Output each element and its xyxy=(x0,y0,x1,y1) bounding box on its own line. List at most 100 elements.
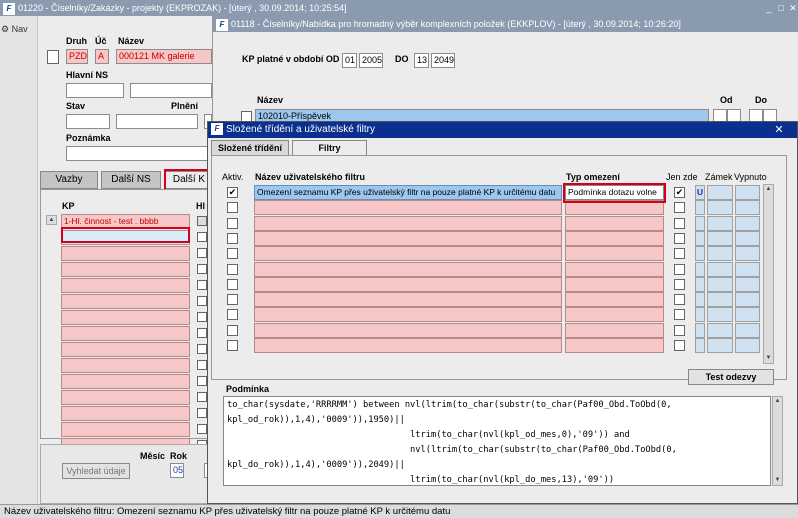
jen-zde-checkbox[interactable] xyxy=(674,217,685,229)
vypnuto-cell[interactable] xyxy=(735,322,760,338)
filter-name-cell[interactable] xyxy=(254,215,562,231)
jen-zde-checkbox[interactable] xyxy=(674,294,685,306)
kp-hl-checkbox[interactable] xyxy=(197,232,207,242)
tab-dalsi-ns[interactable]: Další NS xyxy=(101,171,161,189)
filter-name-cell[interactable] xyxy=(254,200,562,216)
od-year-field[interactable]: 2005 xyxy=(359,53,383,68)
jen-zde-checkbox[interactable] xyxy=(674,324,685,336)
uc-field[interactable]: A xyxy=(95,49,109,64)
zamek-extra-cell[interactable] xyxy=(707,276,733,292)
podminka-scrollbar[interactable]: ▲ ▼ xyxy=(772,396,783,486)
tab-filtry[interactable]: Filtry xyxy=(292,140,367,156)
aktiv-checkbox[interactable] xyxy=(227,248,238,260)
vypnuto-cell[interactable] xyxy=(735,185,760,200)
scroll-up-icon[interactable]: ▲ xyxy=(773,397,782,406)
hlavni-ns-name-field[interactable] xyxy=(130,83,212,98)
aktiv-checkbox[interactable] xyxy=(227,202,238,214)
filter-name-cell[interactable] xyxy=(254,322,562,338)
aktiv-checkbox[interactable] xyxy=(227,324,238,336)
zamek-cell[interactable] xyxy=(695,200,705,216)
kp-row[interactable] xyxy=(61,326,190,341)
filter-scrollbar[interactable]: ▲ ▼ xyxy=(763,184,774,364)
kp-hl-checkbox[interactable] xyxy=(197,344,207,354)
do-year-field[interactable]: 2049 xyxy=(431,53,455,68)
typ-omezeni-cell[interactable] xyxy=(565,292,664,308)
scroll-up-icon[interactable]: ▲ xyxy=(764,185,773,194)
jen-zde-checkbox[interactable]: ✔ xyxy=(674,187,685,198)
zamek-extra-cell[interactable] xyxy=(707,200,733,216)
zamek-extra-cell[interactable] xyxy=(707,215,733,231)
zamek-cell[interactable] xyxy=(695,215,705,231)
filter-name-cell[interactable] xyxy=(254,261,562,277)
zamek-extra-cell[interactable] xyxy=(707,230,733,246)
filter-name-cell[interactable] xyxy=(254,292,562,308)
zamek-cell[interactable]: U xyxy=(695,185,705,200)
jen-zde-checkbox[interactable] xyxy=(674,340,685,351)
filter-name-cell[interactable] xyxy=(254,230,562,246)
zamek-cell[interactable] xyxy=(695,276,705,292)
aktiv-checkbox[interactable] xyxy=(227,278,238,290)
filter-name-cell[interactable] xyxy=(254,338,562,353)
kp-row[interactable] xyxy=(61,278,190,293)
typ-omezeni-cell[interactable] xyxy=(565,338,664,353)
kp-row[interactable] xyxy=(61,342,190,357)
dialog-filters-titlebar[interactable]: F Složené třídění a uživatelské filtry xyxy=(208,122,797,138)
vypnuto-cell[interactable] xyxy=(735,230,760,246)
zamek-cell[interactable] xyxy=(695,338,705,353)
aktiv-checkbox[interactable] xyxy=(227,294,238,306)
zamek-cell[interactable] xyxy=(695,322,705,338)
mesic-field[interactable]: 05 xyxy=(170,463,184,478)
zamek-cell[interactable] xyxy=(695,292,705,308)
typ-omezeni-cell[interactable] xyxy=(565,215,664,231)
zamek-extra-cell[interactable] xyxy=(707,322,733,338)
window-ekprozak-titlebar[interactable]: F 01220 - Číselníky/Zakázky - projekty (E… xyxy=(0,0,798,16)
jen-zde-checkbox[interactable] xyxy=(674,278,685,290)
typ-omezeni-cell[interactable] xyxy=(565,322,664,338)
kp-row[interactable] xyxy=(61,310,190,325)
aktiv-checkbox[interactable] xyxy=(227,263,238,275)
kp-hl-checkbox[interactable] xyxy=(197,392,207,402)
zamek-extra-cell[interactable] xyxy=(707,292,733,308)
kp-row[interactable] xyxy=(61,294,190,309)
nazev-field[interactable]: 000121 MK galerie xyxy=(116,49,212,64)
scroll-down-icon[interactable]: ▼ xyxy=(764,354,773,363)
druh-field[interactable]: PZD xyxy=(66,49,88,64)
kp-hl-checkbox[interactable] xyxy=(197,328,207,338)
kp-row[interactable] xyxy=(61,358,190,373)
stav-name-field[interactable] xyxy=(116,114,198,129)
zamek-extra-cell[interactable] xyxy=(707,307,733,323)
kp-row[interactable] xyxy=(61,422,190,437)
zamek-cell[interactable] xyxy=(695,261,705,277)
kp-row[interactable] xyxy=(61,390,190,405)
typ-omezeni-cell[interactable] xyxy=(565,246,664,262)
kp-scrollbar[interactable]: ▲ xyxy=(46,215,57,225)
filter-name-cell[interactable] xyxy=(254,246,562,262)
jen-zde-checkbox[interactable] xyxy=(674,232,685,244)
dialog-close-icon[interactable]: ✕ xyxy=(772,124,786,136)
aktiv-checkbox[interactable] xyxy=(227,217,238,229)
vypnuto-cell[interactable] xyxy=(735,200,760,216)
jen-zde-checkbox[interactable] xyxy=(674,309,685,321)
kp-hl-checkbox[interactable] xyxy=(197,296,207,306)
vypnuto-cell[interactable] xyxy=(735,246,760,262)
filter-name-cell[interactable]: Omezení seznamu KP přes uživatelský filt… xyxy=(254,185,562,200)
tab-slozene-trideni[interactable]: Složené třídění xyxy=(211,140,289,156)
do-month-field[interactable]: 13 xyxy=(414,53,429,68)
zamek-extra-cell[interactable] xyxy=(707,246,733,262)
zamek-extra-cell[interactable] xyxy=(707,185,733,200)
kp-row[interactable] xyxy=(61,262,190,277)
kp-row[interactable] xyxy=(61,246,190,261)
kp-hl-checkbox[interactable] xyxy=(197,264,207,274)
vypnuto-cell[interactable] xyxy=(735,292,760,308)
nav-button[interactable]: ⚙ Nav xyxy=(1,24,28,35)
stav-field[interactable] xyxy=(66,114,110,129)
kp-hl-checkbox[interactable] xyxy=(197,424,207,434)
vypnuto-cell[interactable] xyxy=(735,307,760,323)
aktiv-checkbox[interactable]: ✔ xyxy=(227,187,238,198)
typ-omezeni-cell[interactable] xyxy=(565,261,664,277)
jen-zde-checkbox[interactable] xyxy=(674,263,685,275)
test-odezvy-button[interactable]: Test odezvy xyxy=(688,369,774,385)
typ-omezeni-cell[interactable] xyxy=(565,307,664,323)
zamek-cell[interactable] xyxy=(695,230,705,246)
jen-zde-checkbox[interactable] xyxy=(674,202,685,214)
